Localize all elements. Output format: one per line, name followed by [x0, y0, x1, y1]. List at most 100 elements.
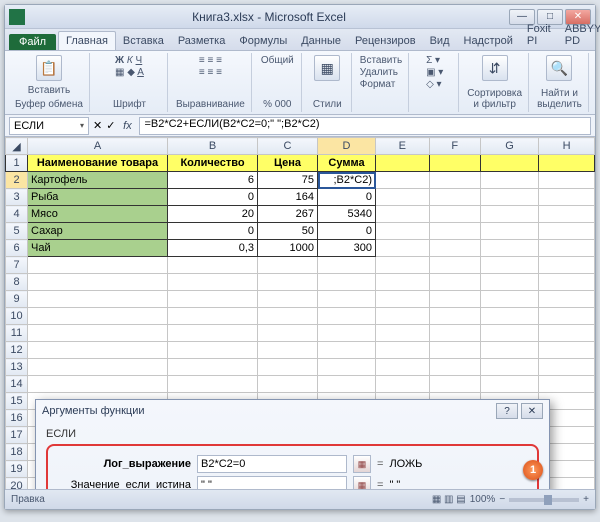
tab-view[interactable]: Вид	[423, 32, 457, 50]
row-16[interactable]: 16	[6, 410, 28, 427]
col-D[interactable]: D	[318, 138, 376, 155]
dialog-titlebar[interactable]: Аргументы функции ? ✕	[36, 400, 549, 422]
arg2-picker[interactable]: ▦	[353, 476, 371, 489]
bold-btn[interactable]: Ж К Ч	[115, 55, 142, 66]
tab-addins[interactable]: Надстрой	[457, 32, 520, 50]
window-title: Книга3.xlsx - Microsoft Excel	[31, 10, 507, 24]
formula-input[interactable]: =B2*C2+ЕСЛИ(B2*C2=0;" ";B2*C2)	[139, 117, 591, 135]
row-19[interactable]: 19	[6, 461, 28, 478]
tab-file[interactable]: Файл	[9, 34, 56, 50]
cell-name[interactable]: Сахар	[28, 223, 168, 240]
row-2[interactable]: 2	[6, 172, 28, 189]
fx-button[interactable]: fx	[119, 118, 135, 134]
format-btn[interactable]: Формат	[360, 79, 396, 90]
border-btn[interactable]: ▦ ◆ A	[115, 67, 144, 78]
sort-icon[interactable]: ⇵	[482, 55, 508, 81]
cell-name[interactable]: Мясо	[28, 206, 168, 223]
paste-icon[interactable]: 📋	[36, 55, 62, 81]
function-arguments-dialog: Аргументы функции ? ✕ ЕСЛИ Лог_выражение…	[35, 399, 550, 489]
clipboard-label: Буфер обмена	[15, 99, 83, 110]
row-20[interactable]: 20	[6, 478, 28, 490]
accept-formula[interactable]: ✓	[106, 119, 115, 132]
styles-icon[interactable]: ▦	[314, 55, 340, 81]
annotation-1: 1	[523, 460, 543, 480]
dialog-help-button[interactable]: ?	[496, 403, 518, 419]
group-styles: ▦ Стили	[304, 53, 352, 112]
cancel-formula[interactable]: ✕	[93, 119, 102, 132]
group-align: ≡ ≡ ≡ ≡ ≡ ≡ Выравнивание	[170, 53, 252, 112]
excel-icon	[9, 9, 25, 25]
col-E[interactable]: E	[376, 138, 430, 155]
arg2-input[interactable]	[197, 476, 347, 489]
tab-data[interactable]: Данные	[294, 32, 348, 50]
tab-foxit[interactable]: Foxit PI	[520, 20, 558, 50]
arg2-label: Значение_если_истина	[56, 479, 191, 489]
row-3[interactable]: 3	[6, 189, 28, 206]
dialog-func-name: ЕСЛИ	[46, 428, 539, 440]
font-label: Шрифт	[113, 99, 146, 110]
zoom-level: 100%	[470, 494, 496, 505]
row-7[interactable]: 7	[6, 257, 28, 274]
col-B[interactable]: B	[168, 138, 258, 155]
row-9[interactable]: 9	[6, 291, 28, 308]
select-all[interactable]: ◢	[6, 138, 28, 155]
sheet[interactable]: ◢ A B C D E F G H 1Наименование товараКо…	[5, 137, 595, 489]
arg1-input[interactable]	[197, 455, 347, 473]
row-1[interactable]: 1	[6, 155, 28, 172]
insert-btn[interactable]: Вставить	[360, 55, 402, 66]
group-font: Ж К Ч ▦ ◆ A Шрифт	[92, 53, 168, 112]
col-F[interactable]: F	[429, 138, 480, 155]
group-clipboard: 📋 Вставить Буфер обмена	[9, 53, 90, 112]
row-10[interactable]: 10	[6, 308, 28, 325]
arg2-result: " "	[389, 479, 400, 489]
align-label: Выравнивание	[176, 99, 245, 110]
argument-box: Лог_выражение ▦ = ЛОЖЬ Значение_если_ист…	[46, 444, 539, 489]
formula-bar: ЕСЛИ▾ ✕ ✓ fx =B2*C2+ЕСЛИ(B2*C2=0;" ";B2*…	[5, 115, 595, 137]
arg1-result: ЛОЖЬ	[389, 458, 422, 470]
valign[interactable]: ≡ ≡ ≡	[199, 55, 222, 66]
tab-insert[interactable]: Вставка	[116, 32, 171, 50]
delete-btn[interactable]: Удалить	[360, 67, 398, 78]
row-6[interactable]: 6	[6, 240, 28, 257]
col-C[interactable]: C	[258, 138, 318, 155]
cell-name[interactable]: Чай	[28, 240, 168, 257]
status-mode: Правка	[11, 494, 45, 505]
status-bar: Правка ▦ ▥ ▤ 100% − +	[5, 489, 595, 509]
group-find: 🔍 Найти и выделить	[531, 53, 589, 112]
tab-layout[interactable]: Разметка	[171, 32, 233, 50]
group-number: Общий % 000	[254, 53, 302, 112]
row-17[interactable]: 17	[6, 427, 28, 444]
col-A[interactable]: A	[28, 138, 168, 155]
halign[interactable]: ≡ ≡ ≡	[199, 67, 222, 78]
group-editing: Σ ▾ ▣ ▾ ◇ ▾	[411, 53, 459, 112]
dialog-title: Аргументы функции	[42, 405, 145, 417]
tab-review[interactable]: Рецензиров	[348, 32, 423, 50]
row-5[interactable]: 5	[6, 223, 28, 240]
cell-name[interactable]: Рыба	[28, 189, 168, 206]
name-box[interactable]: ЕСЛИ▾	[9, 117, 89, 135]
tab-home[interactable]: Главная	[58, 31, 116, 50]
cell-name[interactable]: Картофель	[28, 172, 168, 189]
row-12[interactable]: 12	[6, 342, 28, 359]
row-4[interactable]: 4	[6, 206, 28, 223]
tab-abbyy[interactable]: ABBYY PD	[558, 20, 600, 50]
row-13[interactable]: 13	[6, 359, 28, 376]
zoom-control[interactable]: ▦ ▥ ▤ 100% − +	[432, 494, 589, 505]
row-8[interactable]: 8	[6, 274, 28, 291]
row-15[interactable]: 15	[6, 393, 28, 410]
arg1-picker[interactable]: ▦	[353, 455, 371, 473]
paste-label: Вставить	[28, 85, 70, 96]
row-11[interactable]: 11	[6, 325, 28, 342]
group-sort: ⇵ Сортировка и фильтр	[461, 53, 529, 112]
col-H[interactable]: H	[539, 138, 595, 155]
row-14[interactable]: 14	[6, 376, 28, 393]
col-G[interactable]: G	[480, 138, 538, 155]
ribbon: 📋 Вставить Буфер обмена Ж К Ч ▦ ◆ A Шриф…	[5, 51, 595, 115]
group-cells: Вставить Удалить Формат	[354, 53, 409, 112]
tab-formulas[interactable]: Формулы	[232, 32, 294, 50]
row-18[interactable]: 18	[6, 444, 28, 461]
dialog-close-button[interactable]: ✕	[521, 403, 543, 419]
ribbon-tabs: Файл Главная Вставка Разметка Формулы Да…	[5, 29, 595, 51]
find-icon[interactable]: 🔍	[546, 55, 572, 81]
number-format[interactable]: Общий	[261, 55, 294, 66]
